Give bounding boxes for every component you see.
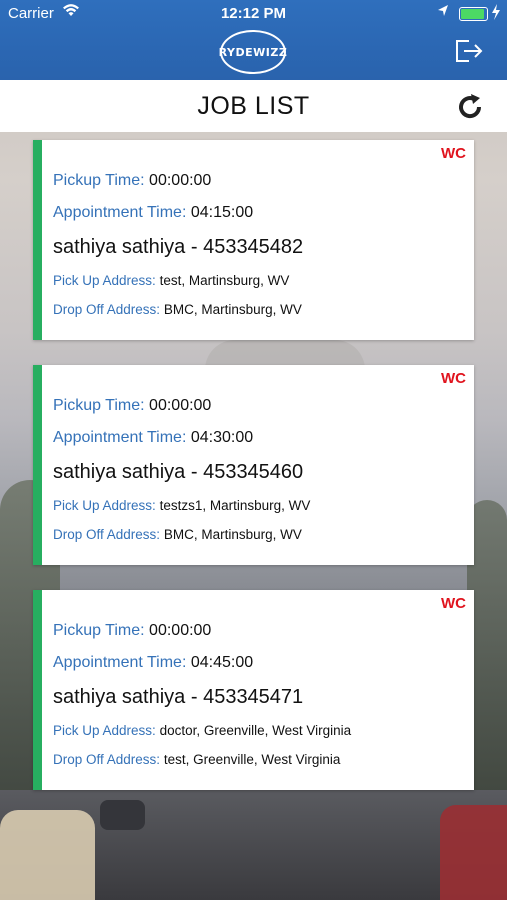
pickup-address-value: testzs1, Martinsburg, WV [159, 498, 311, 513]
appointment-time-label: Appointment Time: [53, 654, 187, 671]
appointment-time-row: Appointment Time: 04:30:00 [53, 429, 253, 447]
car [0, 810, 95, 900]
pickup-address-value: test, Martinsburg, WV [159, 273, 290, 288]
pickup-address-label: Pick Up Address: [53, 723, 156, 738]
car [440, 805, 507, 900]
refresh-button[interactable] [454, 91, 486, 123]
job-card[interactable]: WC Pickup Time: 00:00:00 Appointment Tim… [33, 140, 474, 340]
pickup-time-value: 00:00:00 [149, 397, 212, 414]
pickup-address-label: Pick Up Address: [53, 273, 156, 288]
pickup-time-row: Pickup Time: 00:00:00 [53, 397, 211, 415]
dropoff-address-row: Drop Off Address: BMC, Martinsburg, WV [53, 527, 302, 542]
dropoff-address-value: test, Greenville, West Virginia [163, 752, 341, 767]
car [100, 800, 145, 830]
dropoff-address-row: Drop Off Address: test, Greenville, West… [53, 752, 340, 767]
appointment-time-value: 04:45:00 [190, 654, 254, 671]
pickup-time-value: 00:00:00 [149, 172, 212, 189]
dropoff-address-value: BMC, Martinsburg, WV [163, 527, 302, 542]
logout-button[interactable] [454, 38, 484, 64]
pickup-address-row: Pick Up Address: doctor, Greenville, Wes… [53, 723, 351, 738]
dropoff-address-value: BMC, Martinsburg, WV [163, 302, 302, 317]
wc-badge: WC [441, 595, 466, 612]
appointment-time-row: Appointment Time: 04:15:00 [53, 204, 253, 222]
location-arrow-icon [437, 4, 449, 22]
appointment-time-label: Appointment Time: [53, 429, 187, 446]
title-bar: JOB LIST [0, 80, 507, 132]
charging-icon [491, 4, 501, 24]
pickup-time-label: Pickup Time: [53, 397, 145, 414]
appointment-time-row: Appointment Time: 04:45:00 [53, 654, 253, 672]
dropoff-address-row: Drop Off Address: BMC, Martinsburg, WV [53, 302, 302, 317]
appointment-time-value: 04:15:00 [190, 204, 254, 221]
clock: 12:12 PM [220, 5, 287, 22]
logo-text: RYDEWIZZ [218, 45, 288, 59]
dropoff-address-label: Drop Off Address: [53, 527, 161, 542]
wc-badge: WC [441, 145, 466, 162]
appointment-time-label: Appointment Time: [53, 204, 187, 221]
passenger-name-id: sathiya sathiya - 453345460 [53, 461, 304, 483]
rydewizz-logo: RYDEWIZZ [218, 30, 288, 74]
dropoff-address-label: Drop Off Address: [53, 752, 161, 767]
wc-badge: WC [441, 370, 466, 387]
job-card[interactable]: WC Pickup Time: 00:00:00 Appointment Tim… [33, 365, 474, 565]
logout-icon [456, 40, 483, 62]
battery-icon [459, 7, 488, 21]
app-header: Carrier 12:12 PM RYDEWIZZ [0, 0, 507, 80]
refresh-icon [459, 94, 482, 119]
pickup-time-row: Pickup Time: 00:00:00 [53, 622, 211, 640]
page-title: JOB LIST [197, 92, 310, 120]
pickup-address-row: Pick Up Address: testzs1, Martinsburg, W… [53, 498, 310, 513]
pickup-address-row: Pick Up Address: test, Martinsburg, WV [53, 273, 289, 288]
dropoff-address-label: Drop Off Address: [53, 302, 161, 317]
job-card[interactable]: WC Pickup Time: 00:00:00 Appointment Tim… [33, 590, 474, 790]
passenger-name-id: sathiya sathiya - 453345482 [53, 236, 304, 258]
appointment-time-value: 04:30:00 [190, 429, 254, 446]
pickup-address-value: doctor, Greenville, West Virginia [159, 723, 352, 738]
pickup-address-label: Pick Up Address: [53, 498, 156, 513]
passenger-name-id: sathiya sathiya - 453345471 [53, 686, 304, 708]
pickup-time-value: 00:00:00 [149, 622, 212, 639]
pickup-time-label: Pickup Time: [53, 172, 145, 189]
status-bar: Carrier 12:12 PM [0, 0, 507, 28]
pickup-time-row: Pickup Time: 00:00:00 [53, 172, 211, 190]
pickup-time-label: Pickup Time: [53, 622, 145, 639]
